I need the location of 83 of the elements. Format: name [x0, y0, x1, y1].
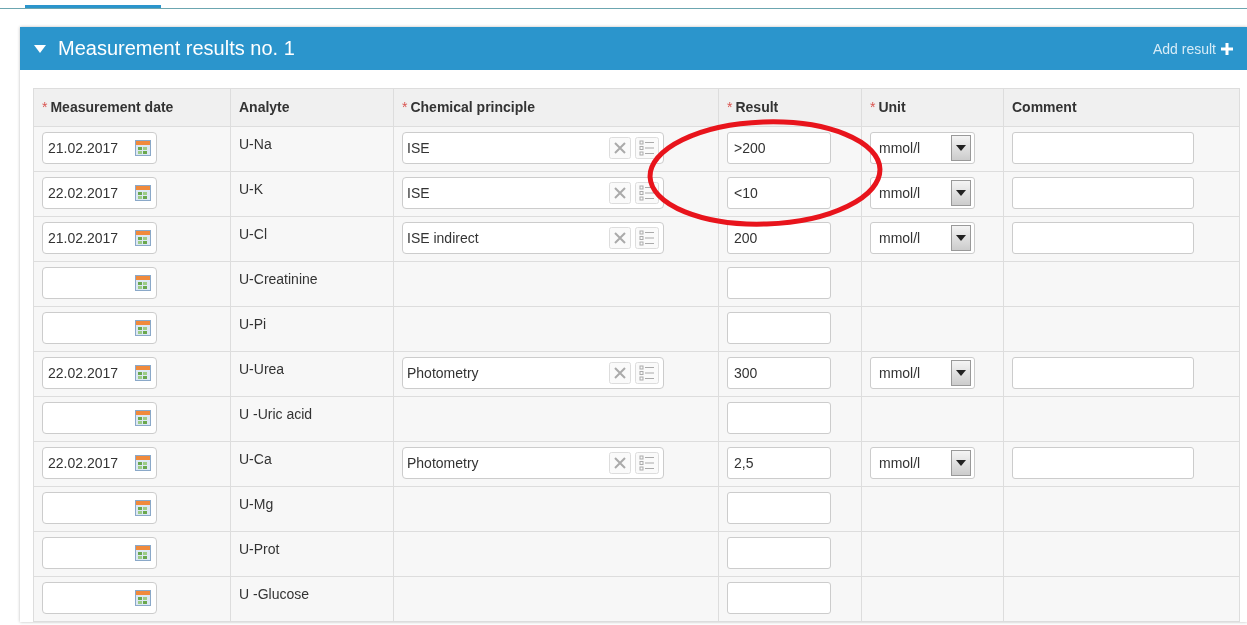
date-field[interactable]: 21.02.2017 — [42, 222, 157, 254]
analyte-name: U-Pi — [239, 315, 268, 332]
date-field[interactable] — [42, 537, 157, 569]
unit-dropdown[interactable]: mmol/l — [870, 222, 975, 254]
principle-field[interactable]: ISE — [402, 177, 664, 209]
principle-field[interactable]: Photometry — [402, 447, 664, 479]
column-header: * Chemical principle — [393, 88, 719, 127]
analyte-name: U-Urea — [239, 360, 286, 377]
column-header: * Result — [718, 88, 862, 127]
comment-field[interactable] — [1012, 132, 1194, 164]
analyte-name: U-Na — [239, 135, 273, 152]
caret-icon — [956, 190, 966, 196]
comment-field[interactable] — [1012, 222, 1194, 254]
result-field[interactable]: 2,5 — [727, 447, 831, 479]
result-field[interactable] — [727, 402, 831, 434]
analyte-name: U-K — [239, 180, 265, 197]
panel-title: Measurement results no. 1 — [58, 37, 296, 60]
unit-dropdown[interactable]: mmol/l — [870, 357, 975, 389]
calendar-icon — [135, 230, 151, 246]
result-field[interactable]: 200 — [727, 222, 831, 254]
unit-dropdown[interactable]: mmol/l — [870, 447, 975, 479]
calendar-icon — [135, 140, 151, 156]
caret-icon — [956, 145, 966, 151]
analyte-name: U -Glucose — [239, 585, 311, 602]
comment-field[interactable] — [1012, 357, 1194, 389]
date-field[interactable]: 22.02.2017 — [42, 357, 157, 389]
list-icon[interactable] — [635, 227, 659, 249]
analyte-name: U-Ca — [239, 450, 273, 467]
date-field[interactable] — [42, 582, 157, 614]
calendar-icon — [135, 275, 151, 291]
principle-field[interactable]: ISE indirect — [402, 222, 664, 254]
result-field[interactable] — [727, 537, 831, 569]
column-header: * Measurement date — [33, 88, 231, 127]
clear-icon[interactable] — [609, 137, 631, 159]
calendar-icon — [135, 455, 151, 471]
comment-field[interactable] — [1012, 177, 1194, 209]
date-field[interactable] — [42, 312, 157, 344]
date-field[interactable]: 22.02.2017 — [42, 177, 157, 209]
result-field[interactable]: >200 — [727, 132, 831, 164]
triangle-icon — [34, 43, 46, 54]
calendar-icon — [135, 185, 151, 201]
list-icon[interactable] — [635, 362, 659, 384]
calendar-icon — [135, 320, 151, 336]
caret-icon — [956, 370, 966, 376]
result-field[interactable]: 300 — [727, 357, 831, 389]
result-field[interactable] — [727, 492, 831, 524]
collapse-toggle[interactable] — [34, 43, 46, 54]
date-field[interactable] — [42, 267, 157, 299]
calendar-icon — [135, 590, 151, 606]
column-header: Analyte — [230, 88, 394, 127]
unit-dropdown[interactable]: mmol/l — [870, 132, 975, 164]
analyte-name: U-Cl — [239, 225, 268, 242]
date-field[interactable] — [42, 492, 157, 524]
clear-icon[interactable] — [609, 227, 631, 249]
unit-dropdown[interactable]: mmol/l — [870, 177, 975, 209]
clear-icon[interactable] — [609, 362, 631, 384]
calendar-icon — [135, 410, 151, 426]
list-icon[interactable] — [635, 452, 659, 474]
result-field[interactable]: <10 — [727, 177, 831, 209]
calendar-icon — [135, 545, 151, 561]
principle-field[interactable]: ISE — [402, 132, 664, 164]
analyte-name: U-Prot — [239, 540, 281, 557]
column-header: Comment — [1003, 88, 1240, 127]
date-field[interactable]: 21.02.2017 — [42, 132, 157, 164]
caret-icon — [956, 460, 966, 466]
analyte-name: U-Creatinine — [239, 270, 319, 287]
column-header: * Unit — [861, 88, 1004, 127]
caret-icon — [956, 235, 966, 241]
plus-icon — [1221, 42, 1233, 55]
result-field[interactable] — [727, 312, 831, 344]
analyte-name: U-Mg — [239, 495, 275, 512]
date-field[interactable] — [42, 402, 157, 434]
list-icon[interactable] — [635, 137, 659, 159]
clear-icon[interactable] — [609, 452, 631, 474]
analyte-name: U -Uric acid — [239, 405, 314, 422]
comment-field[interactable] — [1012, 447, 1194, 479]
clear-icon[interactable] — [609, 182, 631, 204]
date-field[interactable]: 22.02.2017 — [42, 447, 157, 479]
calendar-icon — [135, 500, 151, 516]
calendar-icon — [135, 365, 151, 381]
principle-field[interactable]: Photometry — [402, 357, 664, 389]
result-field[interactable] — [727, 267, 831, 299]
result-field[interactable] — [727, 582, 831, 614]
